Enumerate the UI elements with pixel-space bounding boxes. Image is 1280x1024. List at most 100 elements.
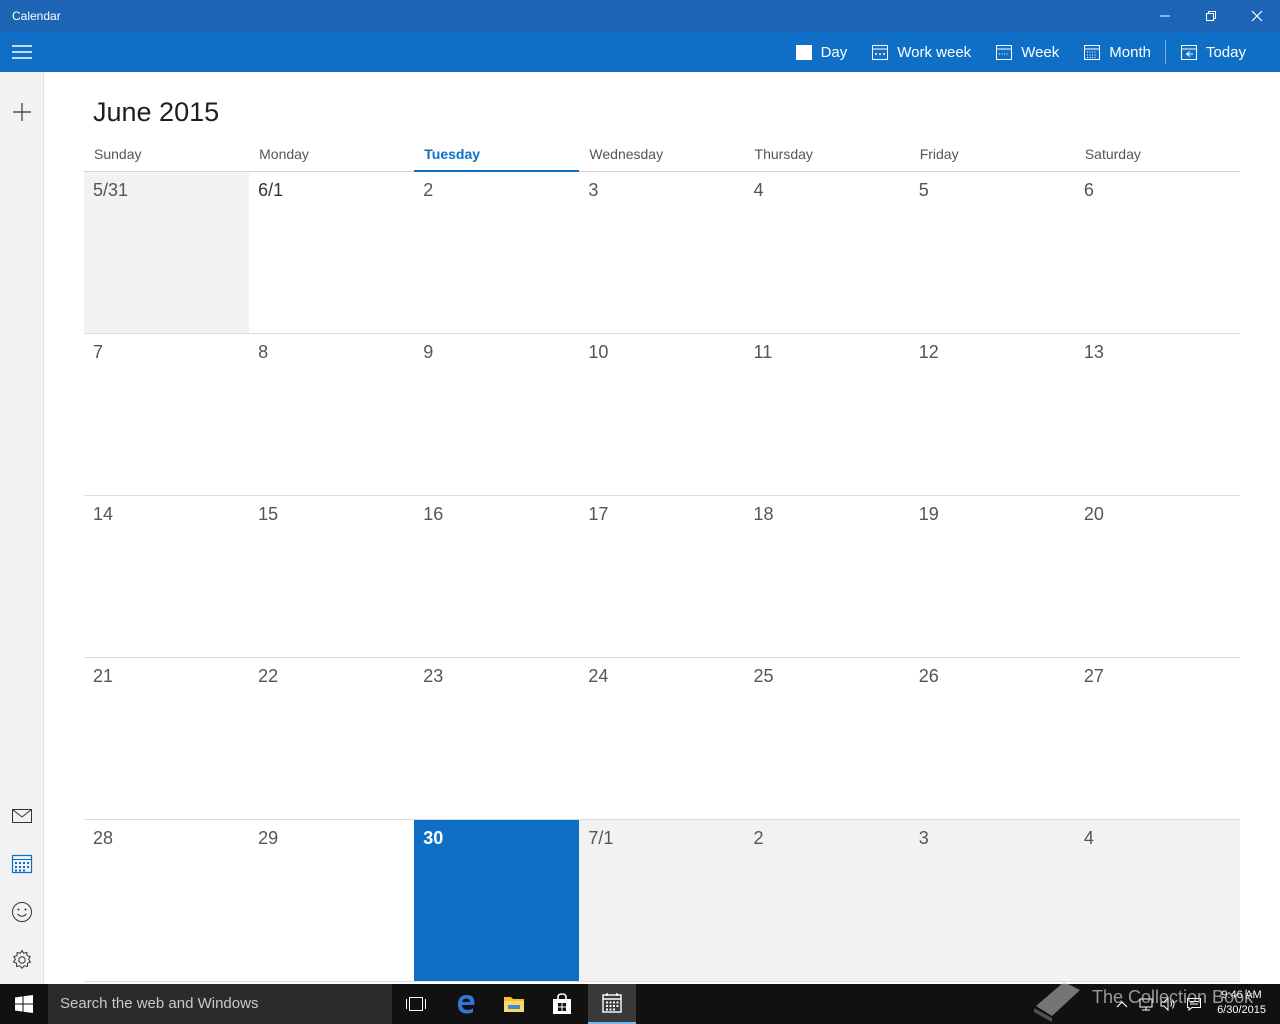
app-title: Calendar [12, 9, 61, 23]
day-cell[interactable]: 27 [1074, 658, 1240, 820]
week-view-button[interactable]: Week [983, 32, 1071, 72]
day-cell[interactable]: 4 [1074, 820, 1240, 982]
day-number: 4 [753, 180, 764, 200]
month-view-icon [1084, 45, 1101, 60]
day-number: 7 [93, 342, 104, 362]
work-week-view-button[interactable]: Work week [859, 32, 983, 72]
day-cell[interactable]: 25 [744, 658, 910, 820]
restore-button[interactable] [1188, 0, 1234, 32]
day-number: 20 [1083, 504, 1104, 524]
task-view-button[interactable] [392, 984, 440, 1024]
new-event-button[interactable] [0, 90, 44, 134]
store-bag-icon [553, 993, 571, 1014]
taskbar: Search the web and Windows 9:46 AM 6/30/… [0, 984, 1280, 1024]
day-cell[interactable]: 4 [744, 172, 910, 334]
calendar-nav-button[interactable] [0, 842, 44, 886]
day-view-button[interactable]: Day [783, 32, 860, 72]
month-view-button[interactable]: Month [1071, 32, 1163, 72]
day-number: 19 [918, 504, 939, 524]
menu-button[interactable] [0, 32, 44, 72]
day-cell[interactable]: 15 [249, 496, 415, 658]
today-label: Today [1205, 43, 1246, 61]
day-cell[interactable]: 8 [249, 334, 415, 496]
day-cell[interactable]: 6 [1074, 172, 1240, 334]
day-view-label: Day [820, 43, 848, 61]
day-number: 2 [423, 180, 434, 200]
day-number: 8 [258, 342, 269, 362]
people-button[interactable] [0, 890, 44, 934]
month-grid: 5/31 6/1 2 3 4 5 6 7 8 9 10 11 12 13 14 15 16 17 18 19 20 21 2… [84, 172, 1240, 982]
day-view-icon [795, 45, 812, 60]
day-number: 7/1 [588, 828, 614, 848]
weekday-header: Sunday Monday Tuesday Wednesday Thursday Frid… [84, 140, 1240, 172]
edge-button[interactable] [442, 984, 490, 1024]
weekday-friday: Friday [919, 146, 959, 162]
day-number: 29 [258, 828, 279, 848]
day-cell[interactable]: 9 [414, 334, 580, 496]
store-button[interactable] [538, 984, 586, 1024]
restore-icon [1206, 11, 1216, 21]
day-number: 27 [1083, 666, 1104, 686]
calendar-taskbar-button[interactable] [588, 984, 636, 1024]
day-number: 10 [588, 342, 609, 362]
day-cell[interactable]: 7 [84, 334, 250, 496]
day-number: 14 [93, 504, 114, 524]
day-number: 15 [258, 504, 279, 524]
day-cell[interactable]: 18 [744, 496, 910, 658]
today-button[interactable]: Today [1168, 32, 1258, 72]
close-button[interactable] [1234, 0, 1280, 32]
folder-icon [504, 997, 524, 1012]
view-switcher: Day Work week Week Month Today [783, 32, 1258, 72]
title-bar: Calendar [0, 0, 1280, 32]
task-view-icon [406, 997, 426, 1011]
day-cell[interactable]: 14 [84, 496, 250, 658]
day-cell[interactable]: 19 [909, 496, 1075, 658]
day-cell[interactable]: 13 [1074, 334, 1240, 496]
start-button[interactable] [0, 984, 48, 1024]
day-number: 13 [1083, 342, 1104, 362]
day-cell[interactable]: 2 [744, 820, 910, 982]
day-cell[interactable]: 5 [909, 172, 1075, 334]
month-view-label: Month [1109, 43, 1151, 61]
calendar-app-icon [602, 993, 622, 1013]
command-separator [1164, 40, 1166, 64]
day-cell-today[interactable]: 30 [414, 820, 580, 982]
day-cell[interactable]: 20 [1074, 496, 1240, 658]
day-cell[interactable]: 28 [84, 820, 250, 982]
day-cell[interactable]: 26 [909, 658, 1075, 820]
day-cell[interactable]: 3 [579, 172, 745, 334]
settings-button[interactable] [0, 938, 44, 982]
day-number: 3 [588, 180, 599, 200]
day-cell[interactable]: 17 [579, 496, 745, 658]
day-cell[interactable]: 3 [909, 820, 1075, 982]
taskbar-search-box[interactable]: Search the web and Windows [48, 984, 392, 1024]
minimize-button[interactable] [1142, 0, 1188, 32]
day-cell[interactable]: 7/1 [579, 820, 745, 982]
day-cell[interactable]: 22 [249, 658, 415, 820]
mail-button[interactable] [0, 794, 44, 838]
day-cell[interactable]: 21 [84, 658, 250, 820]
day-cell[interactable]: 12 [909, 334, 1075, 496]
day-cell[interactable]: 11 [744, 334, 910, 496]
day-cell[interactable]: 29 [249, 820, 415, 982]
day-number: 6/1 [258, 180, 284, 200]
day-cell[interactable]: 24 [579, 658, 745, 820]
windows-logo-icon [15, 995, 33, 1013]
day-number: 18 [753, 504, 774, 524]
day-cell[interactable]: 23 [414, 658, 580, 820]
today-icon [1180, 45, 1197, 60]
weekday-saturday: Saturday [1084, 146, 1141, 162]
day-number: 2 [753, 828, 764, 848]
day-number: 17 [588, 504, 609, 524]
edge-browser-icon [458, 995, 475, 1014]
day-cell[interactable]: 10 [579, 334, 745, 496]
day-number: 28 [93, 828, 114, 848]
day-cell[interactable]: 16 [414, 496, 580, 658]
work-week-view-label: Work week [897, 43, 972, 61]
day-cell[interactable]: 2 [414, 172, 580, 334]
day-number: 24 [588, 666, 609, 686]
day-cell[interactable]: 5/31 [84, 172, 250, 334]
file-explorer-button[interactable] [490, 984, 538, 1024]
day-number: 9 [423, 342, 434, 362]
day-cell[interactable]: 6/1 [249, 172, 415, 334]
